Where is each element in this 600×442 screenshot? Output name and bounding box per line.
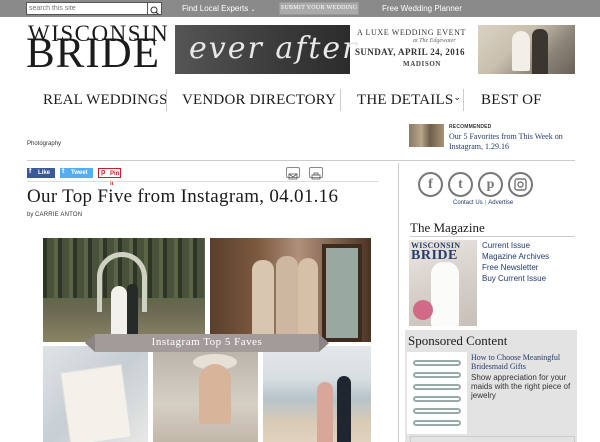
ad-line3: SUNDAY, APRIL 24, 2016 bbox=[355, 47, 465, 57]
submit-wedding-button[interactable]: SUBMIT YOUR WEDDING bbox=[279, 2, 359, 15]
facebook-icon[interactable]: f bbox=[418, 172, 443, 197]
breadcrumb[interactable]: Photography bbox=[27, 141, 61, 147]
nav-real-weddings[interactable]: REAL WEDDINGS bbox=[43, 92, 168, 109]
divider bbox=[27, 160, 575, 161]
twitter-tweet-button[interactable]: t Tweet bbox=[60, 168, 93, 178]
nav-divider bbox=[166, 89, 167, 111]
magazine-cover[interactable]: WISCONSIN BRIDE bbox=[409, 240, 477, 326]
instagram-icon[interactable] bbox=[508, 172, 533, 197]
photo-beach-couple bbox=[263, 346, 371, 442]
main-nav: REAL WEDDINGS VENDOR DIRECTORY THE DETAI… bbox=[26, 87, 574, 113]
logo-bride[interactable]: BRIDE bbox=[26, 32, 160, 75]
collage-ribbon-banner: Instagram Top 5 Faves bbox=[85, 334, 329, 352]
ad-script-text: ever after bbox=[189, 31, 359, 66]
find-local-experts-link[interactable]: Find Local Experts ⌄ bbox=[182, 4, 256, 13]
email-icon[interactable] bbox=[286, 167, 300, 180]
nav-divider bbox=[463, 89, 464, 111]
sponsored-title-link[interactable]: How to Choose Meaningful Bridesmaid Gift… bbox=[471, 353, 575, 371]
buy-current-issue-link[interactable]: Buy Current Issue bbox=[482, 274, 546, 283]
author-link[interactable]: CARRIE ANTON bbox=[35, 212, 82, 218]
ad-banner[interactable]: ever after A LUXE WEDDING EVENT at The E… bbox=[175, 25, 575, 74]
ad-line1: A LUXE WEDDING EVENT bbox=[357, 28, 466, 37]
nav-best-of[interactable]: BEST OF bbox=[481, 92, 542, 109]
pinterest-pin-button[interactable]: p Pin it bbox=[98, 168, 121, 187]
sponsored-description: Show appreciation for your maids with th… bbox=[471, 373, 571, 400]
chevron-down-icon: ⌄ bbox=[453, 92, 462, 102]
contact-us-link[interactable]: Contact Us bbox=[453, 200, 483, 206]
twitter-icon[interactable]: t bbox=[448, 172, 473, 197]
pinterest-icon[interactable]: p bbox=[478, 172, 503, 197]
top-bar: Find Local Experts ⌄ SUBMIT YOUR WEDDING… bbox=[0, 0, 600, 17]
advertise-link[interactable]: Advertise bbox=[488, 200, 513, 206]
pinterest-icon: p bbox=[101, 169, 106, 176]
banner-text: Instagram Top 5 Faves bbox=[151, 336, 263, 348]
current-issue-link[interactable]: Current Issue bbox=[482, 241, 530, 250]
facebook-icon: f bbox=[29, 168, 32, 175]
bracelet-image[interactable] bbox=[407, 352, 467, 434]
twitter-icon: t bbox=[62, 168, 65, 175]
recommended-link[interactable]: Our 5 Favorites from This Week on Instag… bbox=[449, 132, 579, 152]
instagram-collage-image: Instagram Top 5 Faves bbox=[43, 238, 371, 442]
recommended-thumbnail[interactable] bbox=[409, 124, 444, 147]
search-input[interactable] bbox=[29, 3, 147, 14]
free-wedding-planner-link[interactable]: Free Wedding Planner bbox=[382, 4, 462, 13]
magazine-heading: The Magazine bbox=[410, 220, 485, 235]
facebook-like-button[interactable]: f Like bbox=[27, 168, 55, 178]
photo-invitation bbox=[43, 346, 148, 442]
recommended-label: RECOMMENDED bbox=[449, 124, 492, 130]
ad-couple-photo bbox=[478, 25, 575, 74]
byline: by CARRIE ANTON bbox=[27, 212, 83, 218]
nav-divider bbox=[340, 89, 341, 111]
column-divider bbox=[398, 163, 399, 442]
next-widget-edge bbox=[410, 436, 575, 442]
nav-vendor-directory[interactable]: VENDOR DIRECTORY bbox=[182, 92, 336, 109]
article-title: Our Top Five from Instagram, 04.01.16 bbox=[27, 186, 339, 207]
magazine-archives-link[interactable]: Magazine Archives bbox=[482, 252, 549, 261]
free-newsletter-link[interactable]: Free Newsletter bbox=[482, 263, 538, 272]
photo-flower-crown bbox=[153, 346, 258, 442]
divider bbox=[27, 181, 379, 182]
search-box[interactable] bbox=[26, 2, 162, 15]
photo-bridesmaids bbox=[210, 238, 371, 342]
photo-forest-ceremony bbox=[43, 238, 205, 342]
chevron-down-icon: ⌄ bbox=[250, 7, 256, 13]
sponsored-heading: Sponsored Content bbox=[408, 333, 508, 348]
search-icon[interactable] bbox=[147, 3, 161, 15]
ad-line2: at The Edgewater bbox=[413, 38, 456, 44]
print-icon[interactable] bbox=[309, 167, 323, 180]
sponsored-content-box: Sponsored Content How to Choose Meaningf… bbox=[405, 330, 577, 442]
ad-line4: MADISON bbox=[403, 60, 442, 68]
nav-the-details[interactable]: THE DETAILS⌄ bbox=[357, 92, 461, 109]
contact-links: Contact Us | Advertise bbox=[453, 200, 514, 206]
divider bbox=[410, 236, 575, 237]
